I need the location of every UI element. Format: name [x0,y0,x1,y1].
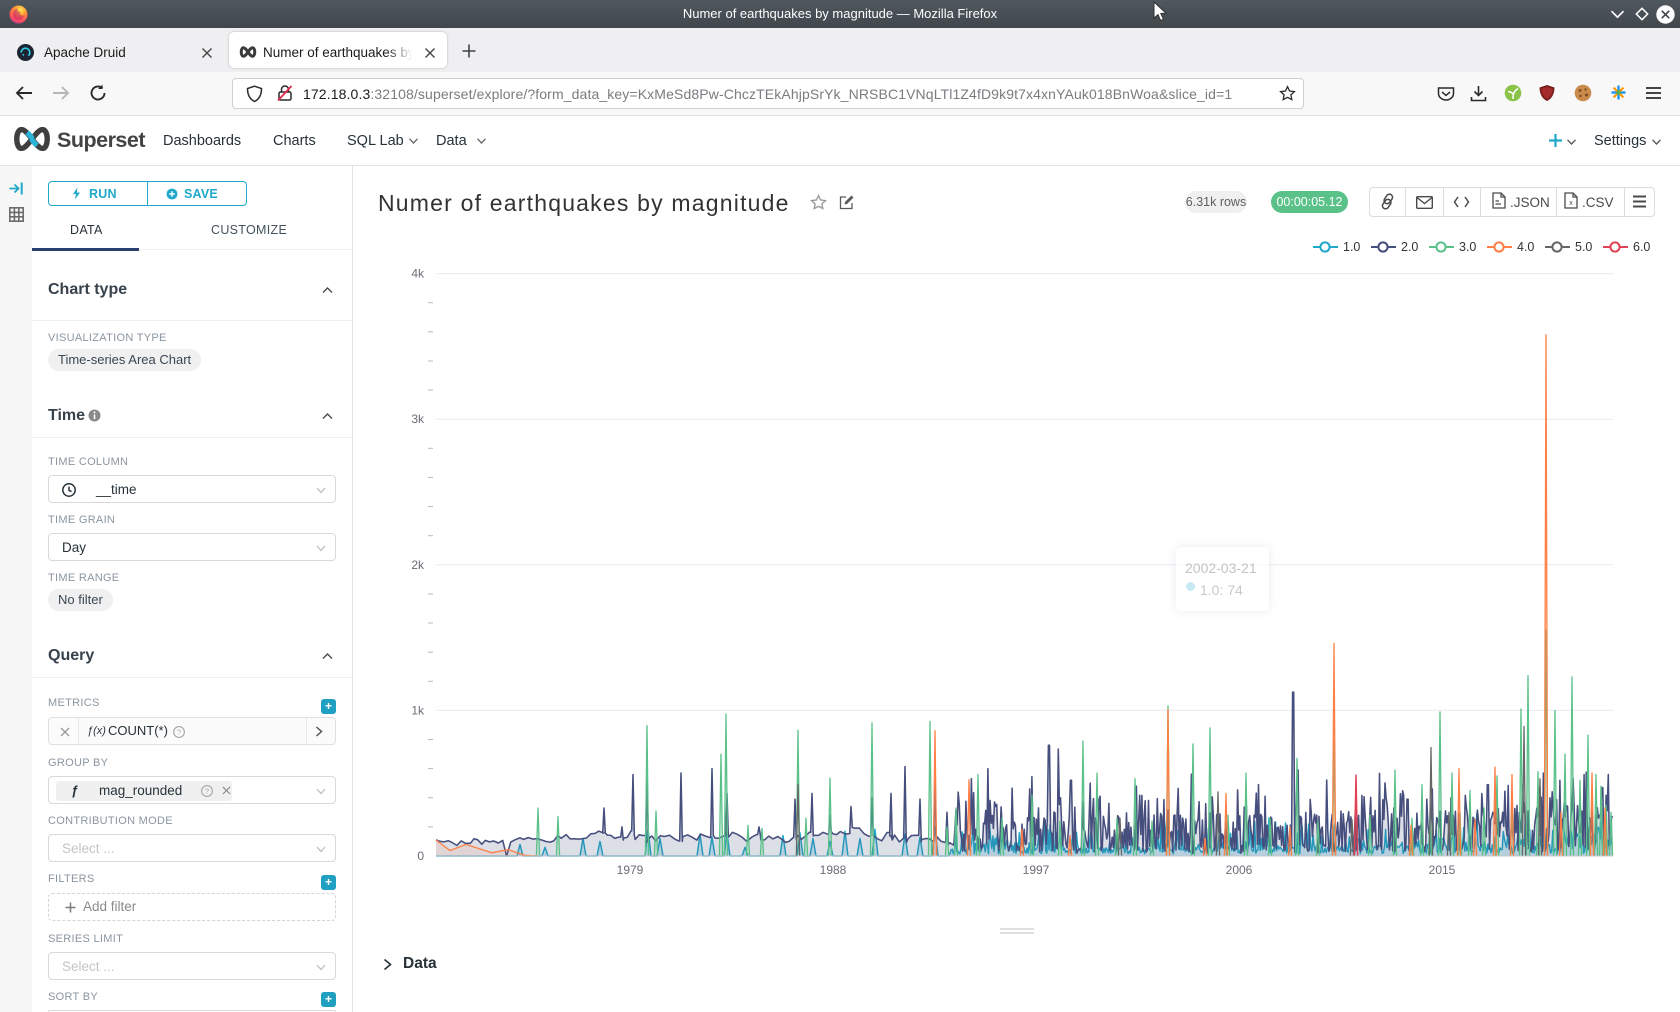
svg-text:2006: 2006 [1226,863,1253,877]
svg-text:1988: 1988 [820,863,847,877]
svg-text:2k: 2k [411,558,425,572]
svg-text:1979: 1979 [617,863,644,877]
svg-text:2015: 2015 [1429,863,1456,877]
svg-text:2.0: 2.0 [1401,240,1418,254]
svg-text:4k: 4k [411,267,425,281]
svg-text:1.0: 1.0 [1343,240,1360,254]
svg-text:5.0: 5.0 [1575,240,1592,254]
svg-text:3k: 3k [411,412,425,426]
svg-text:1k: 1k [411,703,425,717]
svg-text:0: 0 [417,849,424,863]
svg-text:4.0: 4.0 [1517,240,1534,254]
svg-text:6.0: 6.0 [1633,240,1650,254]
svg-text:3.0: 3.0 [1459,240,1476,254]
svg-text:1997: 1997 [1023,863,1050,877]
